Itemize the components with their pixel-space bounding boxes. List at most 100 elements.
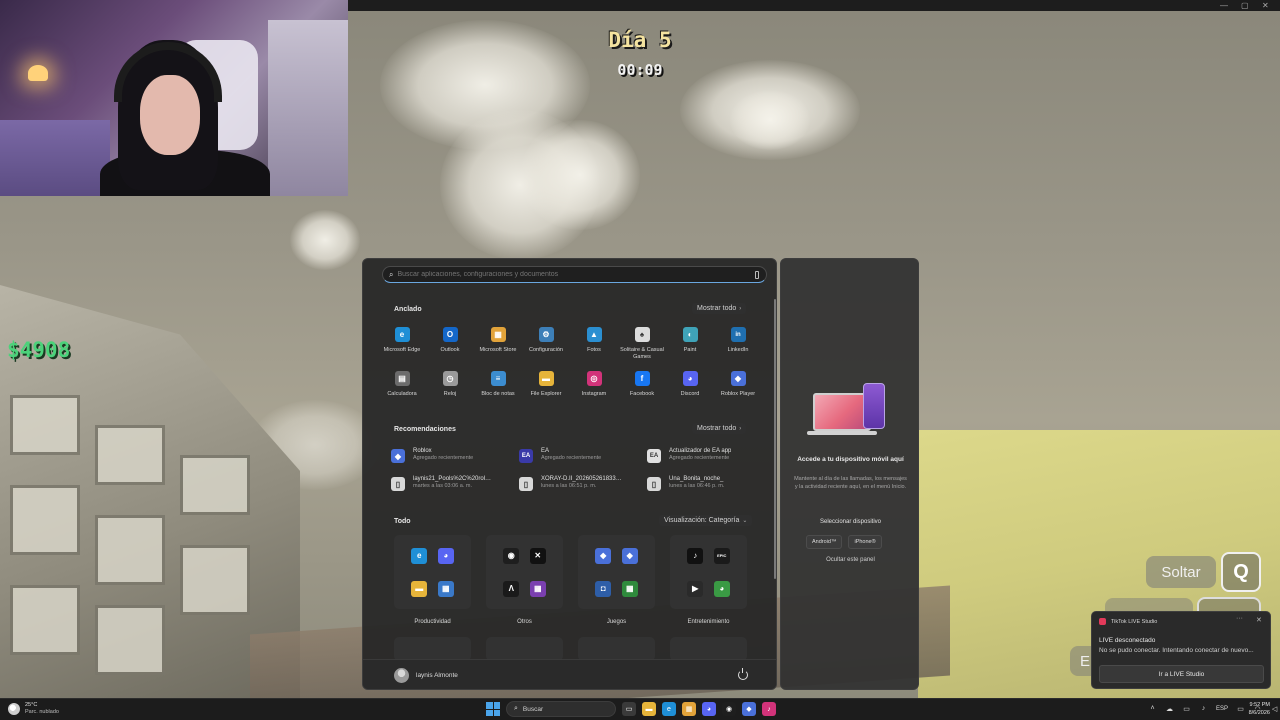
language-indicator[interactable]: ESP xyxy=(1216,706,1228,712)
pinned-app[interactable]: ◐ Paint xyxy=(666,327,714,361)
task-view-icon[interactable]: ▭ xyxy=(622,702,636,716)
category-folder[interactable]: ◆ ◆ ◘ ▦ xyxy=(578,535,655,609)
weather-widget[interactable]: 25°C Parc. nublado xyxy=(8,702,59,715)
tiktok-live-icon[interactable]: ♪ xyxy=(762,702,776,716)
recommendation-detail: martes a las 03:06 a. m. xyxy=(413,483,472,489)
category-folder[interactable]: ◉ ✕ Λ ▦ xyxy=(486,535,563,609)
close-icon[interactable]: ✕ xyxy=(1262,1,1269,10)
desk xyxy=(0,120,110,196)
edge-icon[interactable]: e xyxy=(662,702,676,716)
more-options-icon[interactable]: ··· xyxy=(1236,615,1243,622)
recommendation-item[interactable]: ▯ XORAY-D.II_20260526183306_... lunes a la… xyxy=(519,475,647,491)
recommendation-name: EA xyxy=(541,448,550,454)
category-folder[interactable] xyxy=(578,637,655,661)
go-to-live-studio-button[interactable]: Ir a LIVE Studio xyxy=(1099,665,1264,683)
store-icon[interactable]: ▦ xyxy=(682,702,696,716)
power-icon[interactable] xyxy=(738,668,748,680)
recommendation-item[interactable]: EA Actualizador de EA app Agregado recient… xyxy=(647,447,757,463)
pinned-app[interactable]: f Facebook xyxy=(618,371,666,398)
category-folder[interactable] xyxy=(486,637,563,661)
windows-start-icon[interactable] xyxy=(486,702,500,716)
microphone-icon[interactable] xyxy=(755,270,759,279)
start-search[interactable]: ⌕ xyxy=(382,266,767,283)
notification-body: No se pudo conectar. Intentando conectar… xyxy=(1099,647,1254,654)
recommendation-item[interactable]: ▯ Una_Bonita_noche_ lunes a las 06:46 p. m… xyxy=(647,475,757,491)
discord-icon: ◕ xyxy=(437,547,454,564)
network-icon[interactable]: ▭ xyxy=(1182,704,1191,713)
category-label: Otros xyxy=(517,619,532,625)
pinned-app-label: Paint xyxy=(683,347,697,353)
taskbar-clock[interactable]: 9:52 PM 8/6/2026 xyxy=(1240,702,1270,717)
pinned-app[interactable]: O Outlook xyxy=(426,327,474,361)
recommendation-item[interactable]: ▯ laynis21_Pools%2C%20rol%... martes a las… xyxy=(391,475,519,491)
drop-button[interactable]: Soltar xyxy=(1146,556,1216,588)
minimize-icon[interactable]: — xyxy=(1220,1,1228,10)
app-category[interactable]: ♪ EPIC ▶ ◕ Entretenimiento xyxy=(670,535,747,625)
pinned-app[interactable]: ♠ Solitaire & Casual Games xyxy=(618,327,666,361)
pinned-app-label: Reloj xyxy=(443,391,457,397)
control-panel-icon: ▦ xyxy=(437,580,454,597)
chevron-up-icon[interactable]: ˄ xyxy=(1148,704,1157,713)
category-folder[interactable] xyxy=(394,637,471,661)
pinned-show-all-button[interactable]: Mostrar todo › xyxy=(692,303,747,314)
roblox-icon: ◆ xyxy=(391,449,405,463)
app-category[interactable]: ◉ ✕ Λ ▦ Otros xyxy=(486,535,563,625)
pinned-app-label: Bloc de notas xyxy=(481,391,515,397)
view-category-button[interactable]: Visualización: Categoría ⌄ xyxy=(659,515,753,526)
recommendation-item[interactable]: EA EA Agregado recientemente xyxy=(519,447,647,463)
app-category[interactable]: e ◕ ▬ ▦ Productividad xyxy=(394,535,471,625)
start-menu-scrollbar[interactable] xyxy=(774,299,776,579)
recommendation-name: Una_Bonita_noche_ xyxy=(669,476,724,482)
notification-title: LIVE desconectado xyxy=(1099,637,1156,644)
partly-cloudy-icon xyxy=(8,702,20,715)
avatar[interactable] xyxy=(394,668,409,683)
tiktok-notification[interactable]: TikTok LIVE Studio ··· ✕ LIVE desconecta… xyxy=(1091,611,1271,689)
recommendation-text: XORAY-D.II_20260526183306_... lunes a las… xyxy=(541,475,623,490)
category-folder[interactable]: e ◕ ▬ ▦ xyxy=(394,535,471,609)
recommendation-text: Actualizador de EA app Agregado recientem… xyxy=(669,447,731,462)
app-grid-icon: ▦ xyxy=(529,580,546,597)
recommendations-show-all-button[interactable]: Mostrar todo › xyxy=(692,423,747,434)
obs-icon[interactable]: ◉ xyxy=(722,702,736,716)
pinned-app[interactable]: in LinkedIn xyxy=(714,327,762,361)
discord-icon[interactable]: ◕ xyxy=(702,702,716,716)
pinned-apps: e Microsoft Edge O Outlook ▦ Microsoft Store ⚙… xyxy=(378,327,769,398)
pinned-app[interactable]: ◕ Discord xyxy=(666,371,714,398)
category-folder[interactable]: ♪ EPIC ▶ ◕ xyxy=(670,535,747,609)
pinned-app[interactable]: ◎ Instagram xyxy=(570,371,618,398)
close-icon[interactable]: ✕ xyxy=(1256,616,1262,624)
building-window xyxy=(95,425,165,485)
pinned-app[interactable]: ▤ Calculadora xyxy=(378,371,426,398)
microphone-icon[interactable]: ♪ xyxy=(1199,704,1208,713)
recommendation-detail: Agregado recientemente xyxy=(413,455,474,461)
taskbar-search[interactable]: ⌕ Buscar xyxy=(506,701,616,717)
pinned-app[interactable]: ≡ Bloc de notas xyxy=(474,371,522,398)
volume-icon[interactable]: ◁ xyxy=(1270,704,1279,713)
folder-icon[interactable]: ▬ xyxy=(642,702,656,716)
roblox-icon[interactable]: ◆ xyxy=(742,702,756,716)
category-folder[interactable] xyxy=(670,637,747,661)
pinned-app[interactable]: ▬ File Explorer xyxy=(522,371,570,398)
pinned-app[interactable]: ▦ Microsoft Store xyxy=(474,327,522,361)
tiktok-icon: ♪ xyxy=(687,547,704,564)
cloud-icon[interactable]: ☁ xyxy=(1165,704,1174,713)
calculator-icon: ▤ xyxy=(394,371,410,386)
hide-panel-link[interactable]: Ocultar este panel xyxy=(791,557,910,563)
start-search-input[interactable] xyxy=(397,271,755,278)
pinned-app[interactable]: e Microsoft Edge xyxy=(378,327,426,361)
pinned-app[interactable]: ◆ Roblox Player xyxy=(714,371,762,398)
pinned-app[interactable]: ▲ Fotos xyxy=(570,327,618,361)
tiktok-live-icon xyxy=(1099,618,1106,625)
maximize-icon[interactable]: ▢ xyxy=(1241,1,1249,10)
recommendation-item[interactable]: ◆ Roblox Agregado recientemente xyxy=(391,447,519,463)
notepad-icon: ≡ xyxy=(490,371,506,386)
cloud xyxy=(730,90,810,150)
q-key-button[interactable]: Q xyxy=(1221,552,1261,592)
pinned-app[interactable]: ⚙ Configuración xyxy=(522,327,570,361)
user-name[interactable]: laynis Almonte xyxy=(416,672,458,679)
android-button[interactable]: Android™ xyxy=(806,535,843,549)
app-category[interactable]: ◆ ◆ ◘ ▦ Juegos xyxy=(578,535,655,625)
iphone-button[interactable]: iPhone® xyxy=(848,535,882,549)
pinned-app[interactable]: ◷ Reloj xyxy=(426,371,474,398)
chevron-down-icon: ⌄ xyxy=(742,518,748,524)
